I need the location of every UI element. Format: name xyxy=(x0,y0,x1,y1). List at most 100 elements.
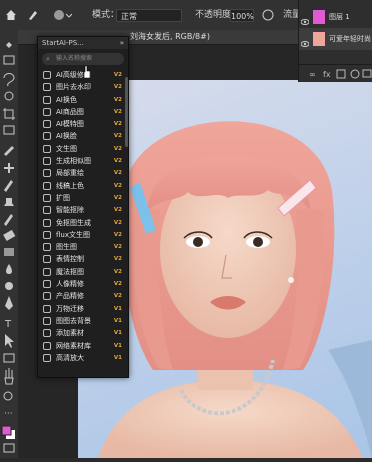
eye-icon[interactable] xyxy=(300,35,310,47)
brush-tool-icon xyxy=(4,180,13,192)
feature-icon xyxy=(43,169,51,178)
feature-icon xyxy=(43,255,51,264)
feature-label: AI换脸 xyxy=(56,132,77,141)
feature-label: 线稿上色 xyxy=(56,181,84,190)
feature-icon xyxy=(43,329,51,338)
frame-tool-icon xyxy=(3,125,15,135)
feature-label: 产品精修 xyxy=(56,292,84,301)
version-badge: V2 xyxy=(113,194,122,201)
plugin-list-item[interactable]: 文生图 V2 xyxy=(38,143,128,155)
layer-thumbnail xyxy=(313,10,325,24)
plugin-list-item[interactable]: 人像精修 V2 xyxy=(38,278,128,290)
plugin-list-item[interactable]: AI换脸 V2 xyxy=(38,130,128,142)
scrollbar[interactable] xyxy=(125,77,128,147)
pressure-opacity-icon[interactable] xyxy=(262,0,274,30)
adjustment-icon xyxy=(350,69,360,79)
panel-menu-icon[interactable]: » xyxy=(120,37,124,49)
mode-value: 正常 xyxy=(121,12,137,21)
feature-icon xyxy=(43,157,51,166)
feature-icon xyxy=(43,95,51,104)
feature-label: AI换色 xyxy=(56,95,77,104)
search-icon: ⌕ xyxy=(46,55,50,63)
feature-label: 人像精修 xyxy=(56,280,84,289)
feature-label: flux文生图 xyxy=(56,230,90,239)
feature-label: 表情控制 xyxy=(56,255,84,264)
eraser-tool-icon xyxy=(3,229,16,241)
feature-label: 万物迁移 xyxy=(56,304,84,313)
feature-icon xyxy=(43,292,51,301)
feature-label: 扩图 xyxy=(56,193,70,202)
layer-row[interactable]: 图层 1 xyxy=(299,6,372,28)
version-badge: V2 xyxy=(113,256,122,263)
plugin-list-item[interactable]: AI模特图 V2 xyxy=(38,118,128,130)
plugin-header[interactable]: StartAI-PS... » xyxy=(38,37,128,49)
quick-select-tool-icon xyxy=(4,91,14,101)
plugin-list-item[interactable]: 扩图 V2 xyxy=(38,192,128,204)
feature-label: AI商品图 xyxy=(56,107,84,116)
feature-icon xyxy=(43,218,51,227)
feature-icon xyxy=(43,71,51,79)
version-badge: V1 xyxy=(113,354,122,361)
mode-select[interactable]: 正常 xyxy=(116,9,182,22)
plugin-list-item[interactable]: 图片去水印 V2 xyxy=(38,81,128,93)
version-badge: V1 xyxy=(113,305,122,312)
document-title: 刘海女发后, RGB/8#) xyxy=(130,32,210,41)
feature-icon xyxy=(43,206,51,215)
home-icon[interactable] xyxy=(4,0,18,30)
version-badge: V2 xyxy=(113,182,122,189)
feature-icon xyxy=(43,304,51,313)
stamp-tool-icon xyxy=(4,198,14,206)
plugin-list-item[interactable]: AI换色 V2 xyxy=(38,94,128,106)
version-badge: V1 xyxy=(113,317,122,324)
brush-preset-icon[interactable] xyxy=(52,0,73,30)
dodge-tool-icon xyxy=(5,282,13,290)
feature-label: 图片去水印 xyxy=(56,83,91,92)
search-input[interactable]: ⌕ 输入名称搜索 xyxy=(42,53,124,65)
plugin-list-item[interactable]: 图图去背景 V1 xyxy=(38,315,128,327)
shape-tool-icon xyxy=(3,353,15,363)
layer-row[interactable]: 可爱年轻时尚 xyxy=(299,28,372,50)
cursor-icon xyxy=(83,66,91,78)
layer-name: 可爱年轻时尚 xyxy=(329,35,371,43)
plugin-list-item[interactable]: AI商品图 V2 xyxy=(38,106,128,118)
feature-label: 局部重绘 xyxy=(56,169,84,178)
plugin-list-item[interactable]: 表情控制 V2 xyxy=(38,253,128,265)
plugin-list-item[interactable]: 产品精修 V2 xyxy=(38,290,128,302)
plugin-list-item[interactable]: 魔法抠图 V2 xyxy=(38,266,128,278)
fx-icon: fx xyxy=(323,70,331,79)
brush-icon[interactable] xyxy=(26,0,40,30)
plugin-list-item[interactable]: 网络素材库 V1 xyxy=(38,340,128,352)
plugin-list-item[interactable]: 生成相似图 V2 xyxy=(38,155,128,167)
version-badge: V1 xyxy=(113,342,122,349)
layers-footer: ∞ fx xyxy=(299,64,372,83)
version-badge: V2 xyxy=(113,170,122,177)
crop-tool-icon xyxy=(3,108,15,120)
blur-tool-icon xyxy=(6,264,12,274)
plugin-list-item[interactable]: 局部重绘 V2 xyxy=(38,167,128,179)
history-brush-icon xyxy=(4,214,13,226)
plugin-list-item[interactable]: 高清放大 V1 xyxy=(38,352,128,364)
version-badge: V2 xyxy=(113,121,122,128)
version-badge: V1 xyxy=(113,330,122,337)
plugin-list-item[interactable]: flux文生图 V2 xyxy=(38,229,128,241)
feature-icon xyxy=(43,83,51,92)
feature-label: 网络素材库 xyxy=(56,341,91,350)
feature-icon xyxy=(43,267,51,276)
feature-label: 图生图 xyxy=(56,243,77,252)
version-badge: V2 xyxy=(113,281,122,288)
lasso-tool-icon xyxy=(3,73,15,87)
version-badge: V2 xyxy=(113,158,122,165)
feature-icon xyxy=(43,193,51,202)
feature-icon xyxy=(43,107,51,116)
layer-name: 图层 1 xyxy=(329,13,350,21)
plugin-list-item[interactable]: 免抠图生成 V2 xyxy=(38,217,128,229)
plugin-list-item[interactable]: 添加素材 V1 xyxy=(38,327,128,339)
plugin-list-item[interactable]: 智能抠除 V2 xyxy=(38,204,128,216)
plugin-list-item[interactable]: 线稿上色 V2 xyxy=(38,180,128,192)
opacity-input[interactable]: 100% xyxy=(230,9,254,22)
plugin-feature-list: AI高级修图 V2 图片去水印 V2 AI换色 V2 AI商品图 V2 AI模特图 V2 AI换脸 V… xyxy=(38,69,128,364)
eye-icon[interactable] xyxy=(300,13,310,25)
feature-icon xyxy=(43,181,51,190)
plugin-list-item[interactable]: 万物迁移 V1 xyxy=(38,303,128,315)
plugin-list-item[interactable]: 图生图 V2 xyxy=(38,241,128,253)
